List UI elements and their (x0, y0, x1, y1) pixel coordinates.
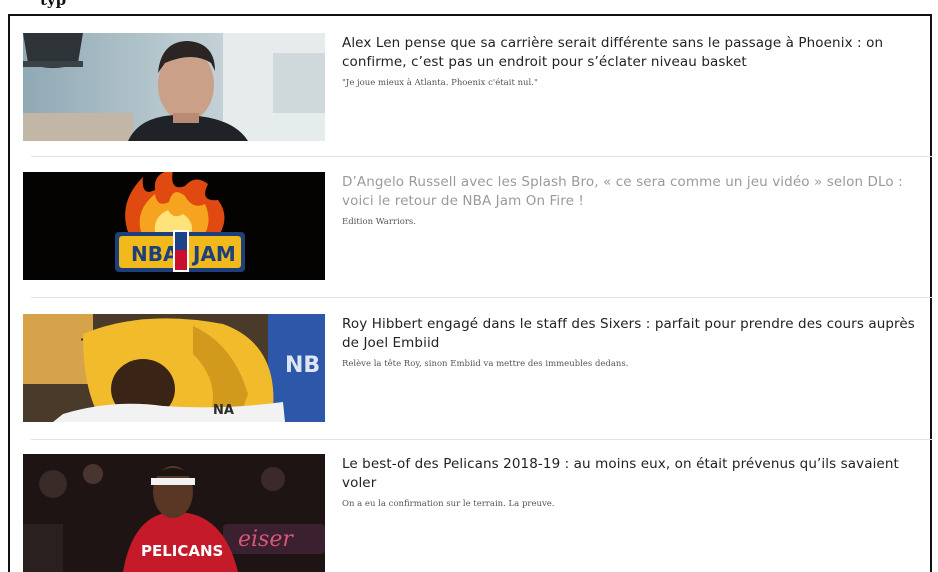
jersey-text-nb: NB (285, 353, 320, 378)
article-text-4: Le best-of des Pelicans 2018-19 : au moi… (342, 455, 927, 510)
article-title-4[interactable]: Le best-of des Pelicans 2018-19 : au moi… (342, 455, 927, 493)
banner-text: eiser (238, 527, 294, 552)
article-item-2[interactable]: NBA JAM D’Angelo Russell avec les Splash… (23, 172, 933, 282)
article-text-3: Roy Hibbert engagé dans le staff des Six… (342, 315, 927, 370)
article-thumbnail-2[interactable]: NBA JAM (23, 172, 325, 280)
nba-jam-logo-nba: NBA (131, 242, 179, 266)
article-subtitle-3: Relève la tête Roy, sinon Embiid va mett… (342, 359, 629, 369)
article-thumbnail-4[interactable]: eiser PELICANS (23, 454, 325, 572)
article-thumbnail-3[interactable]: TO NB NA (23, 314, 325, 422)
jersey-text-na: NA (213, 403, 234, 418)
top-caption: typ (40, 0, 67, 9)
divider-2 (31, 297, 933, 298)
article-title-1[interactable]: Alex Len pense que sa carrière serait di… (342, 34, 927, 72)
article-text-2: D’Angelo Russell avec les Splash Bro, « … (342, 173, 927, 228)
article-image-1 (23, 33, 325, 141)
page: typ Alex Len pense que sa carrière serai… (0, 0, 938, 572)
jersey-text-pelicans: PELICANS (141, 542, 223, 560)
article-item-4[interactable]: eiser PELICANS Le best-of des Pelicans 2… (23, 454, 933, 572)
article-thumbnail-1[interactable] (23, 33, 325, 141)
article-subtitle-1: "Je joue mieux à Atlanta. Phoenix c'étai… (342, 78, 538, 88)
article-image-3: TO NB NA (23, 314, 325, 422)
article-image-4: eiser PELICANS (23, 454, 325, 572)
article-title-2[interactable]: D’Angelo Russell avec les Splash Bro, « … (342, 173, 927, 211)
article-item-3[interactable]: TO NB NA Roy Hibbert engagé dans le staf… (23, 314, 933, 424)
nba-jam-logo-jam: JAM (191, 242, 236, 266)
article-subtitle-4: On a eu la confirmation sur le terrain. … (342, 499, 555, 509)
article-item-1[interactable]: Alex Len pense que sa carrière serait di… (23, 33, 933, 143)
article-image-2: NBA JAM (23, 172, 325, 280)
article-title-3[interactable]: Roy Hibbert engagé dans le staff des Six… (342, 315, 927, 353)
divider-3 (31, 439, 933, 440)
article-subtitle-2: Edition Warriors. (342, 217, 416, 227)
article-text-1: Alex Len pense que sa carrière serait di… (342, 34, 927, 89)
divider-1 (31, 156, 933, 157)
